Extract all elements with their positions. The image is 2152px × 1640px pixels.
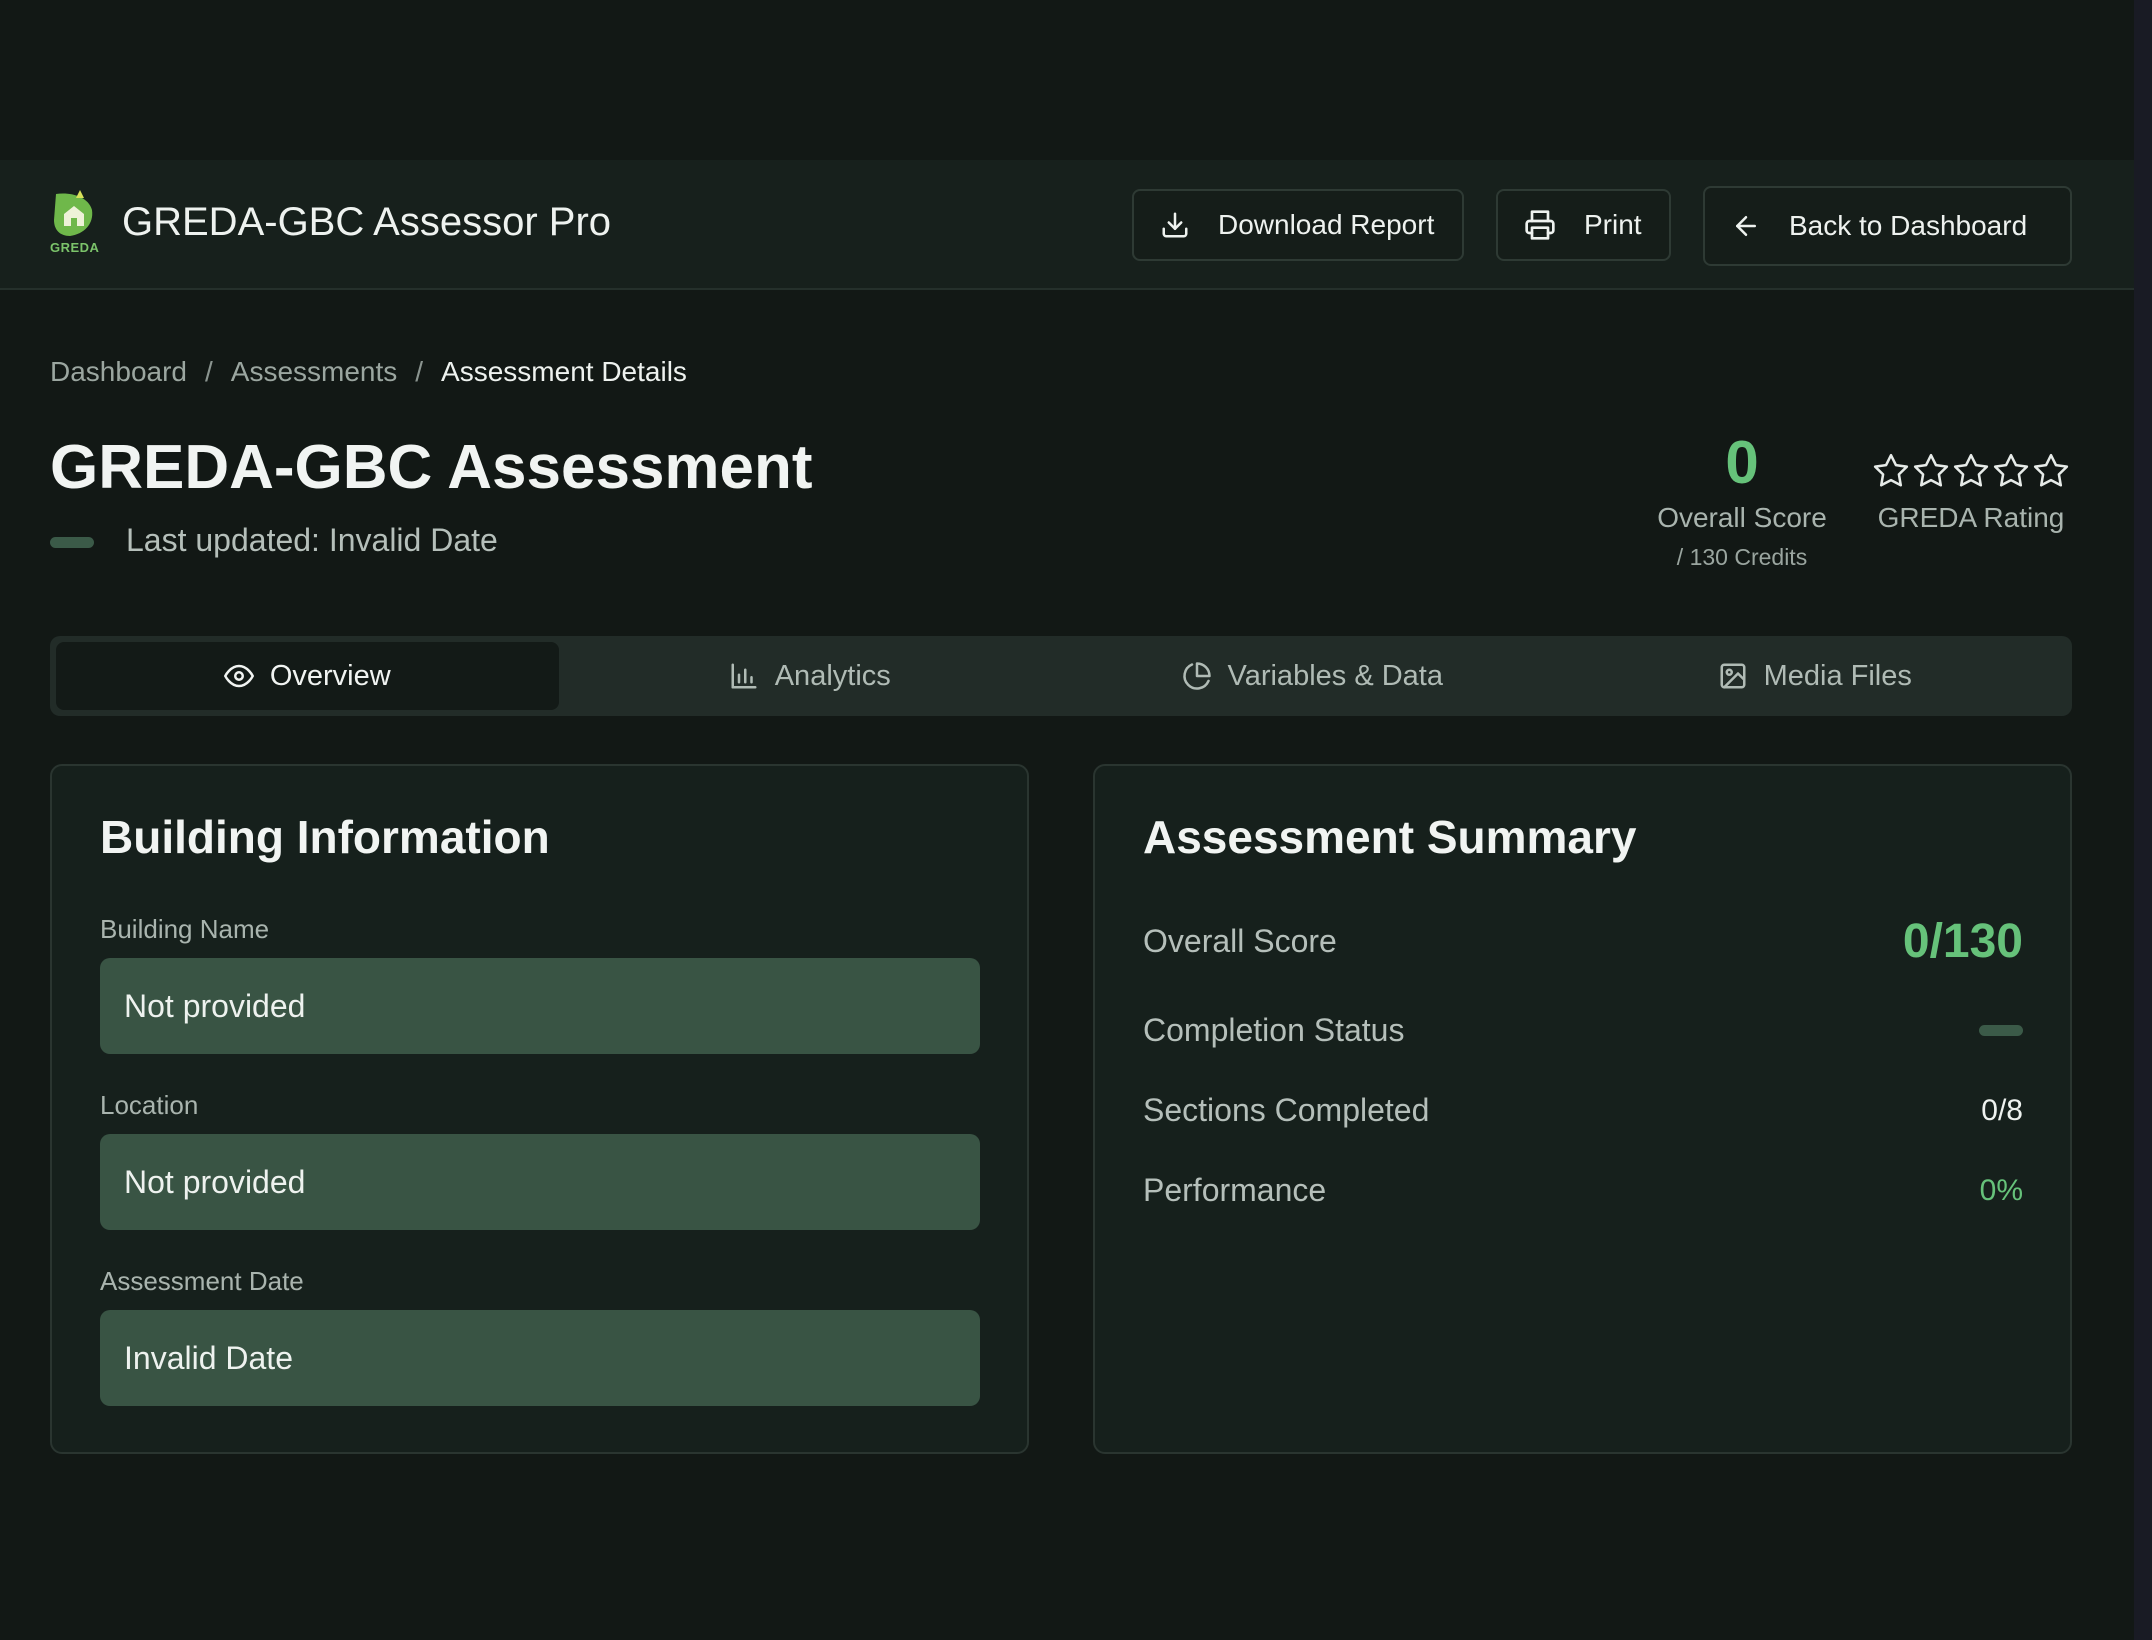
tab-analytics[interactable]: Analytics	[559, 642, 1062, 710]
print-button[interactable]: Print	[1496, 189, 1671, 261]
printer-icon	[1525, 210, 1555, 240]
tab-bar: Overview Analytics Variables & Data Medi…	[50, 636, 2072, 716]
building-name-field: Not provided	[100, 958, 980, 1054]
overall-score-value: 0/130	[1902, 915, 2023, 968]
window-edge	[2134, 0, 2152, 1640]
overall-score-credits: / 130 Credits	[1676, 544, 1808, 570]
tab-label: Overview	[269, 659, 391, 692]
sections-completed-label: Sections Completed	[1143, 1092, 1430, 1128]
arrow-left-icon	[1736, 216, 1756, 236]
tab-label: Media Files	[1763, 659, 1912, 692]
performance-label: Performance	[1143, 1172, 1327, 1208]
rating-stars	[1868, 452, 2074, 490]
assessment-date-label: Assessment Date	[100, 1266, 304, 1296]
download-report-button[interactable]: Download Report	[1132, 189, 1464, 261]
image-icon	[1720, 663, 1746, 689]
card-title: Building Information	[100, 811, 550, 863]
last-updated-text: Last updated: Invalid Date	[126, 522, 498, 558]
tab-variables-data[interactable]: Variables & Data	[1061, 642, 1564, 710]
completion-status-label: Completion Status	[1143, 1012, 1405, 1048]
breadcrumb-current: Assessment Details	[441, 356, 687, 387]
download-report-label: Download Report	[1218, 209, 1435, 240]
status-badge	[50, 537, 94, 548]
breadcrumb-assessments[interactable]: Assessments	[231, 356, 398, 388]
breadcrumb-dashboard[interactable]: Dashboard	[50, 356, 187, 388]
completion-status-row: Completion Status	[1143, 1012, 2023, 1049]
star-icon	[1953, 453, 1989, 487]
overall-score-label: Overall Score	[1143, 923, 1337, 959]
breadcrumb-separator: /	[415, 356, 424, 387]
app-header: GREDA GREDA-GBC Assessor Pro Download Re…	[0, 160, 2134, 290]
star-icon	[2033, 453, 2069, 487]
breadcrumb: Dashboard / Assessments / Assessment Det…	[50, 356, 687, 388]
assessment-date-field: Invalid Date	[100, 1310, 980, 1406]
eye-icon	[223, 664, 254, 688]
sections-completed-value: 0/8	[1981, 1093, 2023, 1127]
overall-score-label: Overall Score	[1657, 502, 1827, 533]
download-icon	[1162, 212, 1188, 238]
overall-score-value: 0	[1725, 429, 1759, 496]
star-icon	[1913, 453, 1949, 487]
tab-media-files[interactable]: Media Files	[1564, 642, 2067, 710]
building-name-label: Building Name	[100, 914, 270, 944]
card-title: Assessment Summary	[1143, 811, 1637, 863]
breadcrumb-separator: /	[204, 356, 213, 387]
completion-status-badge	[1979, 1025, 2023, 1036]
app-title: GREDA-GBC Assessor Pro	[122, 200, 612, 244]
logo-text: GREDA	[50, 240, 100, 255]
brand[interactable]: GREDA GREDA-GBC Assessor Pro	[50, 190, 612, 255]
overall-score-block: 0 Overall Score / 130 Credits	[1640, 428, 1844, 571]
location-field: Not provided	[100, 1134, 980, 1230]
tab-overview[interactable]: Overview	[56, 642, 559, 710]
sections-completed-row: Sections Completed 0/8	[1143, 1092, 2023, 1129]
tab-label: Variables & Data	[1227, 659, 1443, 692]
pie-chart-icon	[1182, 662, 1211, 690]
print-label: Print	[1584, 209, 1642, 240]
overall-score-row: Overall Score 0/130	[1143, 914, 2023, 969]
star-icon	[1993, 453, 2029, 487]
building-information-card: Building Information Building Name Not p…	[50, 764, 1029, 1454]
assessment-summary-card: Assessment Summary Overall Score 0/130 C…	[1093, 764, 2072, 1454]
greda-rating-block: GREDA Rating	[1868, 452, 2074, 534]
bar-chart-icon	[731, 663, 757, 689]
page-title: GREDA-GBC Assessment	[50, 433, 813, 502]
location-label: Location	[100, 1090, 199, 1120]
performance-row: Performance 0%	[1143, 1172, 2023, 1209]
back-to-dashboard-label: Back to Dashboard	[1789, 210, 2028, 241]
greda-rating-label: GREDA Rating	[1877, 502, 2065, 533]
performance-value: 0%	[1979, 1173, 2023, 1207]
back-to-dashboard-button[interactable]: Back to Dashboard	[1703, 186, 2072, 266]
greda-logo-icon: GREDA	[50, 190, 100, 255]
star-icon	[1873, 453, 1909, 487]
page: GREDA GREDA-GBC Assessor Pro Download Re…	[0, 0, 2152, 1640]
tab-label: Analytics	[774, 659, 891, 692]
